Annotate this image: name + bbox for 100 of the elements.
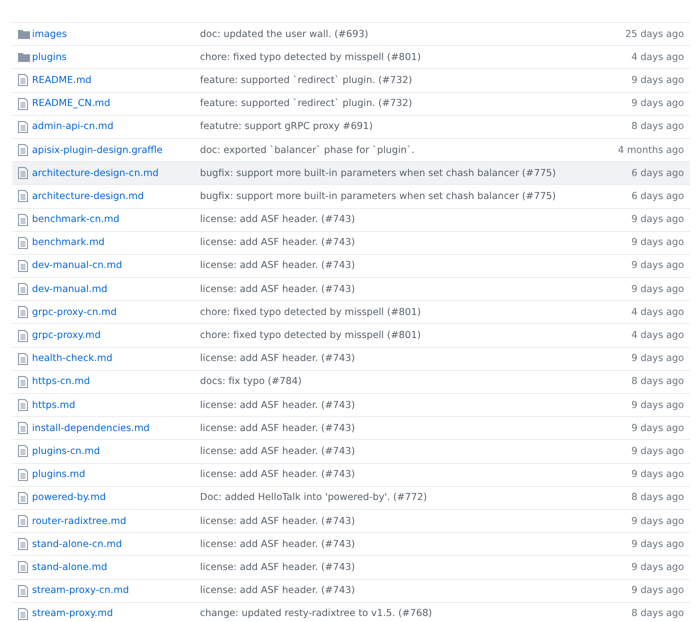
file-link[interactable]: https.md	[32, 400, 200, 411]
file-link[interactable]: router-radixtree.md	[32, 516, 200, 527]
commit-message[interactable]: chore: fixed typo detected by misspell (#801)	[200, 306, 632, 318]
file-icon	[18, 468, 28, 481]
commit-message[interactable]: license: add ASF header. (#743)	[200, 237, 632, 248]
commit-age: 25 days ago	[625, 28, 684, 40]
file-link[interactable]: stand-alone.md	[32, 562, 200, 573]
commit-age: 8 days ago	[631, 121, 684, 132]
commit-message[interactable]: license: add ASF header. (#743)	[200, 284, 632, 295]
folder-icon	[18, 52, 30, 62]
commit-age: 9 days ago	[631, 422, 684, 434]
file-icon	[18, 260, 28, 272]
file-icon	[18, 236, 28, 249]
file-link[interactable]: benchmark.md	[32, 237, 200, 248]
file-link[interactable]: benchmark-cn.md	[32, 214, 200, 226]
commit-message[interactable]: doc: updated the user wall. (#693)	[200, 28, 626, 40]
folder-icon	[18, 29, 30, 40]
commit-age: 8 days ago	[631, 376, 684, 388]
commit-message[interactable]: doc: exported `balancer` phase for `plugin`.	[200, 144, 618, 156]
file-link[interactable]: README_CN.md	[32, 98, 200, 110]
file-row[interactable]: stand-alone-cn.md license: add ASF header. (#743) 9 days ago	[12, 532, 690, 556]
commit-message[interactable]: chore: fixed typo detected by misspell (#801)	[200, 330, 632, 342]
file-link[interactable]: dev-manual.md	[32, 284, 200, 295]
file-link[interactable]: README.md	[32, 74, 200, 86]
commit-message[interactable]: license: add ASF header. (#743)	[200, 585, 632, 596]
file-link[interactable]: plugins-cn.md	[32, 446, 200, 457]
commit-message[interactable]: license: add ASF header. (#743)	[200, 538, 632, 550]
commit-message[interactable]: feature: supported `redirect` plugin. (#732)	[200, 74, 632, 86]
file-row[interactable]: install-dependencies.md license: add ASF header. (#743) 9 days ago	[12, 416, 690, 440]
file-link[interactable]: architecture-design.md	[32, 190, 200, 202]
commit-age: 9 days ago	[631, 237, 684, 248]
commit-age: 6 days ago	[631, 190, 684, 202]
commit-age: 8 days ago	[631, 492, 684, 504]
file-icon	[18, 306, 28, 318]
commit-message[interactable]: feature: supported `redirect` plugin. (#732)	[200, 98, 632, 110]
commit-age: 9 days ago	[631, 284, 684, 295]
commit-message[interactable]: license: add ASF header. (#743)	[200, 562, 632, 573]
commit-message[interactable]: featutre: support gRPC proxy #691)	[200, 121, 632, 132]
file-icon	[18, 422, 28, 434]
commit-message[interactable]: bugfix: support more built-in parameters when set chash balancer (#775)	[200, 190, 632, 202]
commit-message[interactable]: license: add ASF header. (#743)	[200, 469, 632, 480]
commit-message[interactable]: license: add ASF header. (#743)	[200, 422, 632, 434]
file-icon	[18, 608, 28, 620]
commit-age: 9 days ago	[631, 538, 684, 550]
file-link[interactable]: architecture-design-cn.md	[32, 168, 200, 179]
commit-age: 4 days ago	[631, 330, 684, 342]
file-row[interactable]: grpc-proxy-cn.md chore: fixed typo detected by misspell (#801) 4 days ago	[12, 300, 690, 324]
file-icon	[18, 376, 28, 388]
file-icon	[18, 190, 28, 202]
file-icon	[18, 515, 28, 528]
file-link[interactable]: powered-by.md	[32, 492, 200, 504]
file-icon	[18, 120, 28, 133]
file-link[interactable]: grpc-proxy.md	[32, 330, 200, 342]
commit-message[interactable]: license: add ASF header. (#743)	[200, 400, 632, 411]
commit-age: 9 days ago	[631, 353, 684, 364]
file-link[interactable]: health-check.md	[32, 353, 200, 364]
commit-message[interactable]: bugfix: support more built-in parameters when set chash balancer (#775)	[200, 168, 632, 179]
file-link[interactable]: install-dependencies.md	[32, 422, 200, 434]
file-row[interactable]: plugins chore: fixed typo detected by misspell (#801) 4 days ago	[12, 45, 690, 68]
file-link[interactable]: stand-alone-cn.md	[32, 538, 200, 550]
file-icon	[18, 330, 28, 342]
file-link[interactable]: apisix-plugin-design.graffle	[32, 144, 200, 156]
file-icon	[18, 283, 28, 296]
commit-message[interactable]: license: add ASF header. (#743)	[200, 446, 632, 457]
file-link[interactable]: dev-manual-cn.md	[32, 260, 200, 272]
file-link[interactable]: stream-proxy-cn.md	[32, 585, 200, 596]
file-icon	[18, 561, 28, 574]
file-link[interactable]: images	[32, 28, 200, 40]
commit-age: 9 days ago	[631, 446, 684, 457]
file-icon	[18, 144, 28, 156]
file-icon	[18, 352, 28, 365]
commit-age: 9 days ago	[631, 214, 684, 226]
file-link[interactable]: plugins	[32, 52, 200, 63]
commit-message[interactable]: chore: fixed typo detected by misspell (#801)	[200, 52, 632, 63]
file-icon	[18, 538, 28, 550]
file-icon	[18, 167, 28, 180]
commit-message[interactable]: license: add ASF header. (#743)	[200, 260, 632, 272]
file-link[interactable]: admin-api-cn.md	[32, 121, 200, 132]
commit-message[interactable]: docs: fix typo (#784)	[200, 376, 632, 388]
file-link[interactable]: https-cn.md	[32, 376, 200, 388]
file-icon	[18, 399, 28, 412]
commit-age: 9 days ago	[631, 400, 684, 411]
commit-message[interactable]: license: add ASF header. (#743)	[200, 214, 632, 226]
commit-message[interactable]: Doc: added HelloTalk into 'powered-by'. (#772)	[200, 492, 632, 504]
commit-age: 9 days ago	[631, 585, 684, 596]
file-icon	[18, 584, 28, 597]
commit-age: 4 days ago	[631, 52, 684, 63]
commit-age: 8 days ago	[631, 608, 684, 620]
commit-age: 9 days ago	[631, 260, 684, 272]
file-row[interactable]: dev-manual.md license: add ASF header. (#743) 9 days ago	[12, 277, 690, 300]
file-link[interactable]: grpc-proxy-cn.md	[32, 306, 200, 318]
file-link[interactable]: plugins.md	[32, 469, 200, 480]
file-row[interactable]: architecture-design-cn.md bugfix: support more built-in parameters when set chash balancer (#775) 6 days ago	[12, 161, 690, 184]
file-row[interactable]: stream-proxy.md change: updated resty-radixtree to v1.5. (#768) 8 days ago	[12, 602, 690, 622]
commit-age: 9 days ago	[631, 74, 684, 86]
commit-message[interactable]: license: add ASF header. (#743)	[200, 353, 632, 364]
commit-age: 9 days ago	[631, 562, 684, 573]
commit-message[interactable]: change: updated resty-radixtree to v1.5. (#768)	[200, 608, 632, 620]
commit-message[interactable]: license: add ASF header. (#743)	[200, 516, 632, 527]
file-link[interactable]: stream-proxy.md	[32, 608, 200, 620]
